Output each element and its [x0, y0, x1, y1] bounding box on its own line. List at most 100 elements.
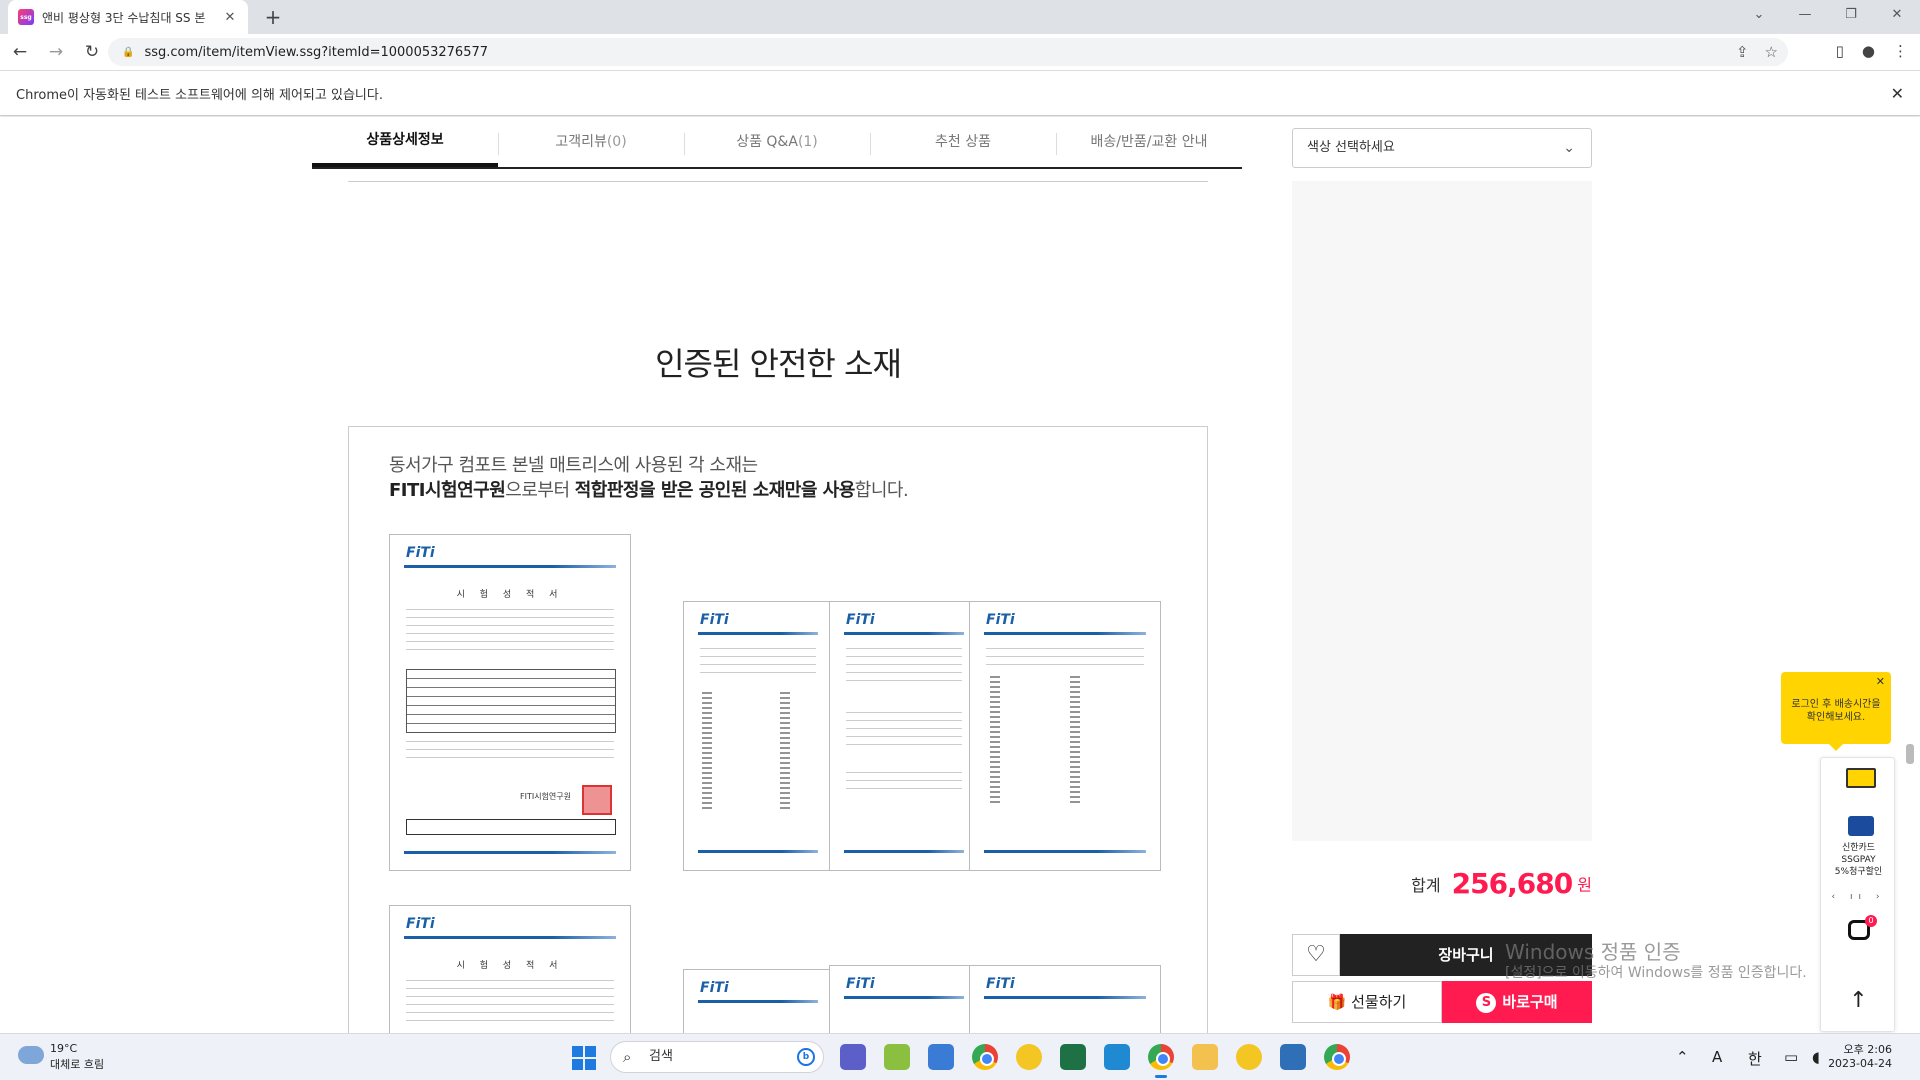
notification-badge: 0 — [1865, 915, 1877, 927]
file-explorer-icon[interactable] — [1192, 1044, 1218, 1070]
teams-chat-icon[interactable] — [840, 1044, 866, 1070]
product-tabs: 상품상세정보 고객리뷰(0) 상품 Q&A(1) 추천 상품 배송/반품/교환 … — [312, 117, 1242, 169]
total-label: 합계 — [1411, 875, 1441, 895]
browser-toolbar: ← → ↻ 🔒 ssg.com/item/itemView.ssg?itemId… — [0, 34, 1920, 70]
tab-recommended[interactable]: 추천 상품 — [870, 117, 1056, 167]
profile-avatar-icon[interactable]: ● — [1862, 42, 1875, 60]
vscode-icon[interactable] — [1104, 1044, 1130, 1070]
notepad-icon[interactable] — [1280, 1044, 1306, 1070]
doc-text-lines — [406, 980, 614, 1024]
buy-now-button[interactable]: S 바로구매 — [1442, 981, 1592, 1023]
test-report-page-image: FiTi — [683, 969, 833, 1033]
chrome-active-icon[interactable] — [1148, 1044, 1174, 1078]
card-promo-line: 신한카드 — [1841, 843, 1876, 853]
doc-header-line — [984, 996, 1146, 999]
display-icon[interactable]: ▭ — [1784, 1048, 1798, 1066]
chrome-profile-icon[interactable] — [1324, 1044, 1350, 1070]
ime-language-indicator[interactable]: 한 — [1748, 1048, 1762, 1069]
scrollbar-thumb[interactable] — [1906, 744, 1914, 764]
minimize-button[interactable]: — — [1782, 0, 1828, 30]
tooltip-line: 로그인 후 배송시간을 — [1791, 699, 1881, 710]
restore-button[interactable]: ❐ — [1828, 0, 1874, 30]
doc-text-lines — [406, 741, 614, 763]
ime-mode-indicator[interactable]: A — [1712, 1048, 1722, 1066]
page-content: 상품상세정보 고객리뷰(0) 상품 Q&A(1) 추천 상품 배송/반품/교환 … — [0, 117, 1920, 1033]
weather-temperature[interactable]: 19°C — [50, 1042, 77, 1055]
browser-tab-strip: ssg 앤비 평상형 3단 수납침대 SS 본 ✕ + ⌄ — ❐ ✕ — [0, 0, 1920, 34]
browser-tab[interactable]: ssg 앤비 평상형 3단 수납침대 SS 본 ✕ — [8, 0, 248, 34]
tooltip-line: 확인해보세요. — [1806, 712, 1866, 723]
bing-icon[interactable]: b — [797, 1048, 815, 1066]
card-promo-line: 5%청구할인 — [1834, 867, 1883, 877]
weather-description[interactable]: 대체로 흐림 — [50, 1056, 104, 1072]
gift-icon: 🎁 — [1327, 993, 1347, 1011]
delivery-truck-icon[interactable] — [1846, 768, 1876, 788]
kakaotalk-icon-2[interactable] — [1236, 1044, 1262, 1070]
search-icon: ⌕ — [623, 1048, 632, 1066]
taskbar-search-box[interactable]: ⌕ 검색 b — [610, 1041, 824, 1073]
doc-footer-line — [404, 851, 616, 854]
taskbar-date[interactable]: 2023-04-24 — [1828, 1057, 1892, 1070]
doc-text-lines — [986, 648, 1144, 672]
promo-pager[interactable]: ‹ ıı › — [1821, 892, 1896, 902]
fiti-name: FITI시험연구원 — [389, 480, 506, 501]
chrome-icon[interactable] — [972, 1044, 998, 1070]
test-report-page-image: FiTi — [969, 965, 1161, 1033]
tab-qna[interactable]: 상품 Q&A(1) — [684, 117, 870, 167]
photos-app-icon[interactable] — [884, 1044, 910, 1070]
new-tab-button[interactable]: + — [260, 4, 286, 30]
reload-icon[interactable]: ↻ — [76, 36, 108, 68]
excel-icon[interactable] — [1060, 1044, 1086, 1070]
fiti-logo: FiTi — [846, 612, 875, 628]
tab-shipping-info[interactable]: 배송/반품/교환 안내 — [1056, 117, 1242, 167]
doc-signature: FITI시험연구원 — [520, 792, 572, 801]
doc-column — [1070, 676, 1080, 806]
taskbar-time[interactable]: 오후 2:06 — [1844, 1041, 1892, 1057]
test-report-page-image: FiTi — [829, 965, 979, 1033]
scroll-top-icon[interactable]: ↑ — [1821, 988, 1896, 1013]
tab-reviews[interactable]: 고객리뷰(0) — [498, 117, 684, 167]
kakaotalk-icon[interactable] — [1016, 1044, 1042, 1070]
tab-label: 상품상세정보 — [366, 132, 444, 148]
settings-gear-icon[interactable] — [928, 1044, 954, 1070]
cloud-weather-icon[interactable] — [18, 1040, 44, 1064]
forward-icon[interactable]: → — [40, 36, 72, 68]
side-panel-icon[interactable]: ▯ — [1836, 42, 1844, 60]
doc-footer-line — [984, 850, 1146, 853]
wishlist-heart-icon[interactable]: ♡ — [1292, 934, 1340, 976]
bookmark-star-icon[interactable]: ☆ — [1765, 43, 1778, 61]
certificate-document-image: FiTi 시 험 성 적 서 — [389, 905, 631, 1033]
back-icon[interactable]: ← — [4, 36, 36, 68]
doc-text-lines — [846, 712, 962, 752]
desc-emphasis: 적합판정을 받은 공인된 소재만을 사용 — [574, 480, 856, 501]
card-promo-text[interactable]: 신한카드 SSGPAY 5%청구할인 — [1821, 842, 1896, 878]
doc-column — [780, 692, 790, 812]
tab-count: (1) — [797, 134, 818, 150]
fiti-logo: FiTi — [846, 976, 875, 992]
windows-activation-watermark: Windows 정품 인증 — [1505, 940, 1681, 964]
menu-kebab-icon[interactable]: ⋮ — [1893, 42, 1908, 60]
color-select-dropdown[interactable]: 색상 선택하세요 ⌄ — [1292, 128, 1592, 168]
shinhan-card-icon[interactable] — [1848, 816, 1874, 836]
tray-overflow-chevron-icon[interactable]: ⌃ — [1676, 1048, 1689, 1066]
test-report-page-image: FiTi — [829, 601, 979, 871]
windows-start-icon[interactable] — [572, 1046, 596, 1070]
test-report-page-image: FiTi — [969, 601, 1161, 871]
doc-header-line — [698, 632, 818, 635]
doc-header-line — [844, 632, 964, 635]
address-bar[interactable]: 🔒 ssg.com/item/itemView.ssg?itemId=10000… — [108, 38, 1788, 66]
fiti-logo: FiTi — [986, 612, 1015, 628]
cert-description-line1: 동서가구 컴포트 본넬 매트리스에 사용된 각 소재는 — [389, 455, 758, 476]
share-icon[interactable]: ⇪ — [1736, 43, 1749, 61]
tab-product-detail[interactable]: 상품상세정보 — [312, 117, 498, 167]
tab-search-icon[interactable]: ⌄ — [1736, 0, 1782, 30]
volume-icon[interactable]: ◖ — [1812, 1048, 1820, 1066]
tab-close-icon[interactable]: ✕ — [222, 10, 238, 25]
lock-icon[interactable]: 🔒 — [122, 47, 134, 58]
infobar-close-icon[interactable]: ✕ — [1891, 84, 1904, 103]
close-window-button[interactable]: ✕ — [1874, 0, 1920, 30]
tooltip-close-icon[interactable]: ✕ — [1876, 675, 1885, 688]
gift-button[interactable]: 🎁 선물하기 — [1292, 981, 1442, 1023]
floating-sidebar: 신한카드 SSGPAY 5%청구할인 ‹ ıı › 0 ↑ — [1820, 757, 1895, 1032]
tab-label: 상품 Q&A — [736, 134, 798, 150]
